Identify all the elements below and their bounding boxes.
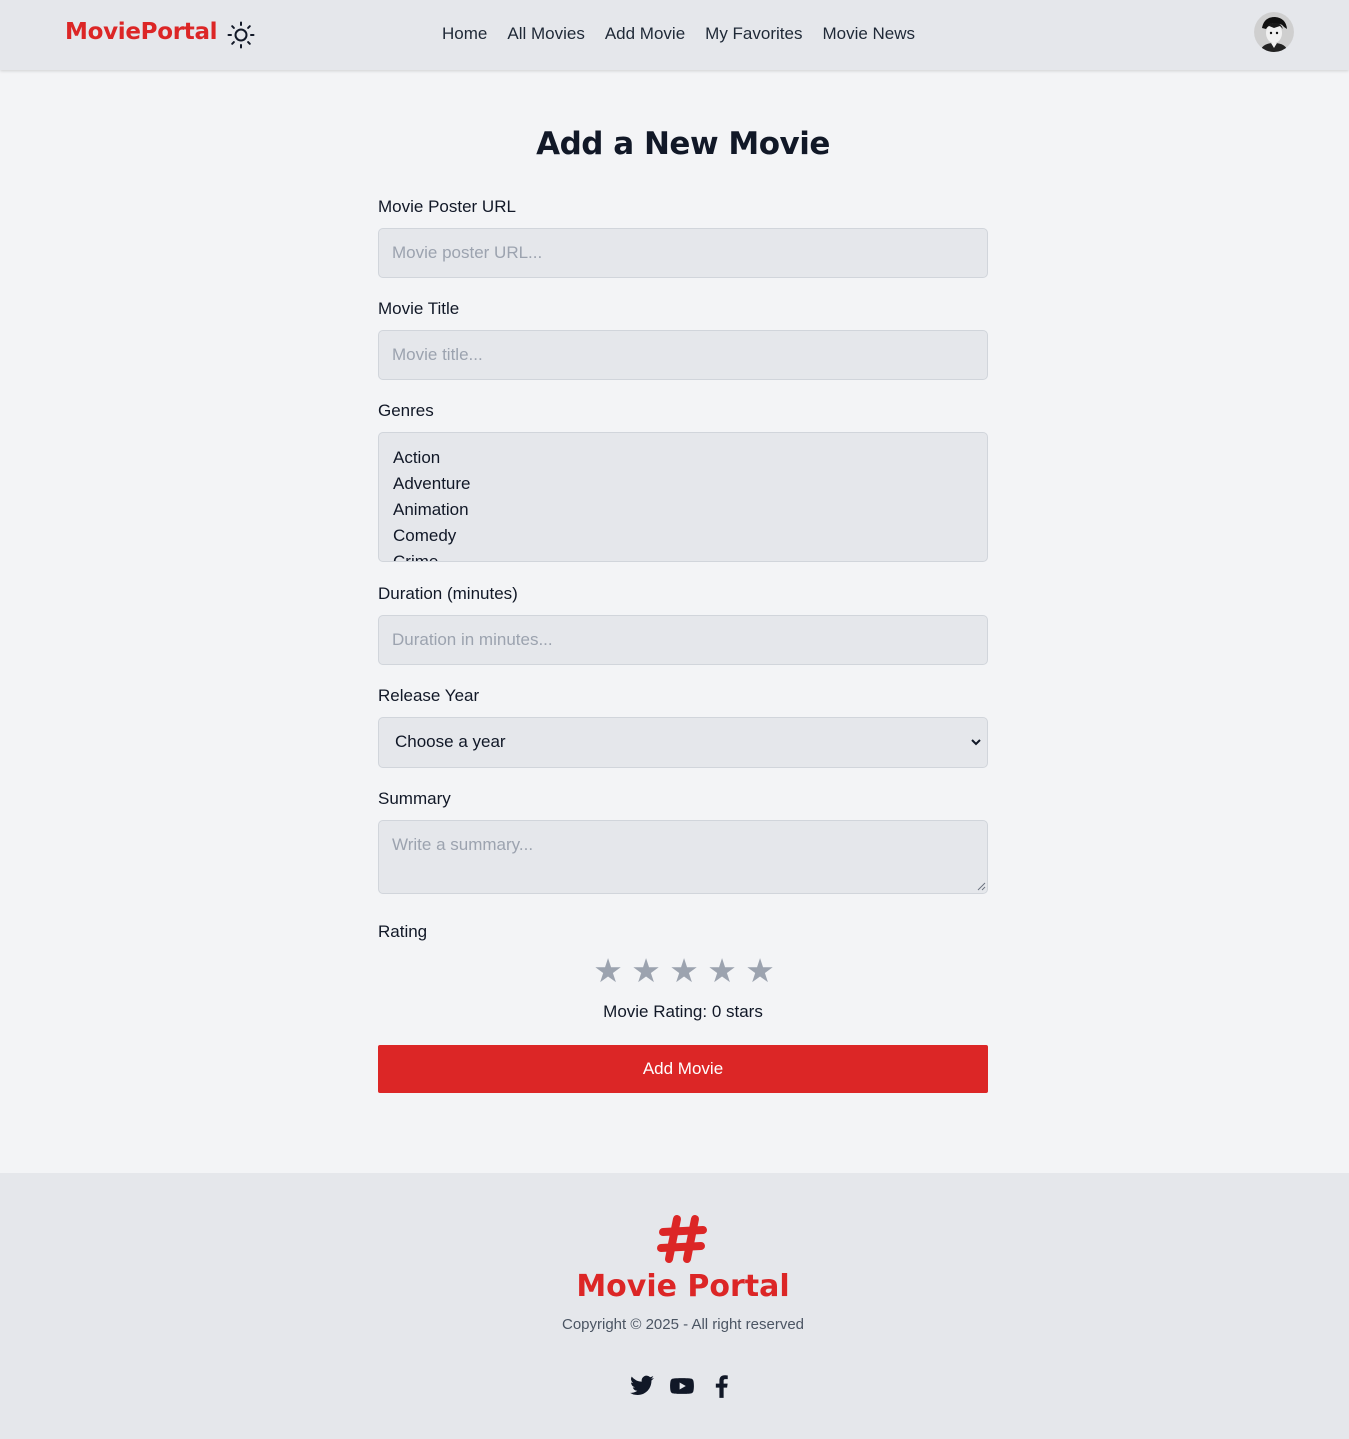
- page-title: Add a New Movie: [536, 126, 830, 162]
- duration-input[interactable]: [378, 615, 988, 665]
- summary-textarea[interactable]: [378, 820, 988, 894]
- facebook-icon[interactable]: [709, 1373, 735, 1399]
- copyright: Copyright © 2025 - All right reserved: [562, 1316, 804, 1333]
- resize-grip-icon[interactable]: [977, 882, 986, 891]
- hashtag-icon: [657, 1215, 707, 1263]
- poster-url-input[interactable]: [378, 228, 988, 278]
- social-links: [629, 1373, 735, 1399]
- add-movie-button[interactable]: Add Movie: [378, 1045, 988, 1093]
- rating-readout: Movie Rating: 0 stars: [603, 1002, 763, 1021]
- nav-all-movies[interactable]: All Movies: [507, 24, 584, 44]
- star-icon[interactable]: ★: [630, 954, 662, 988]
- footer-title: Movie Portal: [576, 1269, 790, 1304]
- nav-add-movie[interactable]: Add Movie: [605, 24, 685, 44]
- genre-option[interactable]: Crime: [379, 549, 987, 561]
- brand-logo[interactable]: MoviePortal: [65, 19, 218, 45]
- genre-option[interactable]: Comedy: [379, 523, 987, 549]
- genre-option[interactable]: Adventure: [379, 471, 987, 497]
- star-icon[interactable]: ★: [668, 954, 700, 988]
- release-year-label: Release Year: [378, 686, 480, 705]
- nav-home[interactable]: Home: [442, 24, 487, 44]
- main-nav: Home All Movies Add Movie My Favorites M…: [442, 24, 915, 44]
- star-icon[interactable]: ★: [592, 954, 624, 988]
- movie-title-input[interactable]: [378, 330, 988, 380]
- genres-label: Genres: [378, 401, 434, 420]
- star-icon[interactable]: ★: [744, 954, 776, 988]
- nav-my-favorites[interactable]: My Favorites: [705, 24, 802, 44]
- star-rating: ★ ★ ★ ★ ★: [592, 954, 776, 988]
- navbar: MoviePortal Home All Movies Add Movie My…: [0, 0, 1349, 70]
- footer: Movie Portal Copyright © 2025 - All righ…: [0, 1173, 1349, 1439]
- genre-option[interactable]: Action: [379, 445, 987, 471]
- youtube-icon[interactable]: [669, 1373, 695, 1399]
- movie-title-label: Movie Title: [378, 299, 460, 318]
- chevron-down-icon: [971, 739, 981, 746]
- sun-icon[interactable]: [227, 21, 255, 49]
- rating-label: Rating: [378, 922, 428, 941]
- genre-option[interactable]: Animation: [379, 497, 987, 523]
- star-icon[interactable]: ★: [706, 954, 738, 988]
- summary-label: Summary: [378, 789, 451, 808]
- release-year-select[interactable]: Choose a year: [378, 717, 988, 768]
- duration-label: Duration (minutes): [378, 584, 518, 603]
- nav-movie-news[interactable]: Movie News: [822, 24, 915, 44]
- avatar[interactable]: [1254, 12, 1294, 52]
- twitter-icon[interactable]: [629, 1373, 655, 1399]
- release-year-value: Choose a year: [395, 732, 506, 751]
- poster-url-label: Movie Poster URL: [378, 197, 516, 216]
- genres-listbox[interactable]: Action Adventure Animation Comedy Crime: [378, 432, 988, 562]
